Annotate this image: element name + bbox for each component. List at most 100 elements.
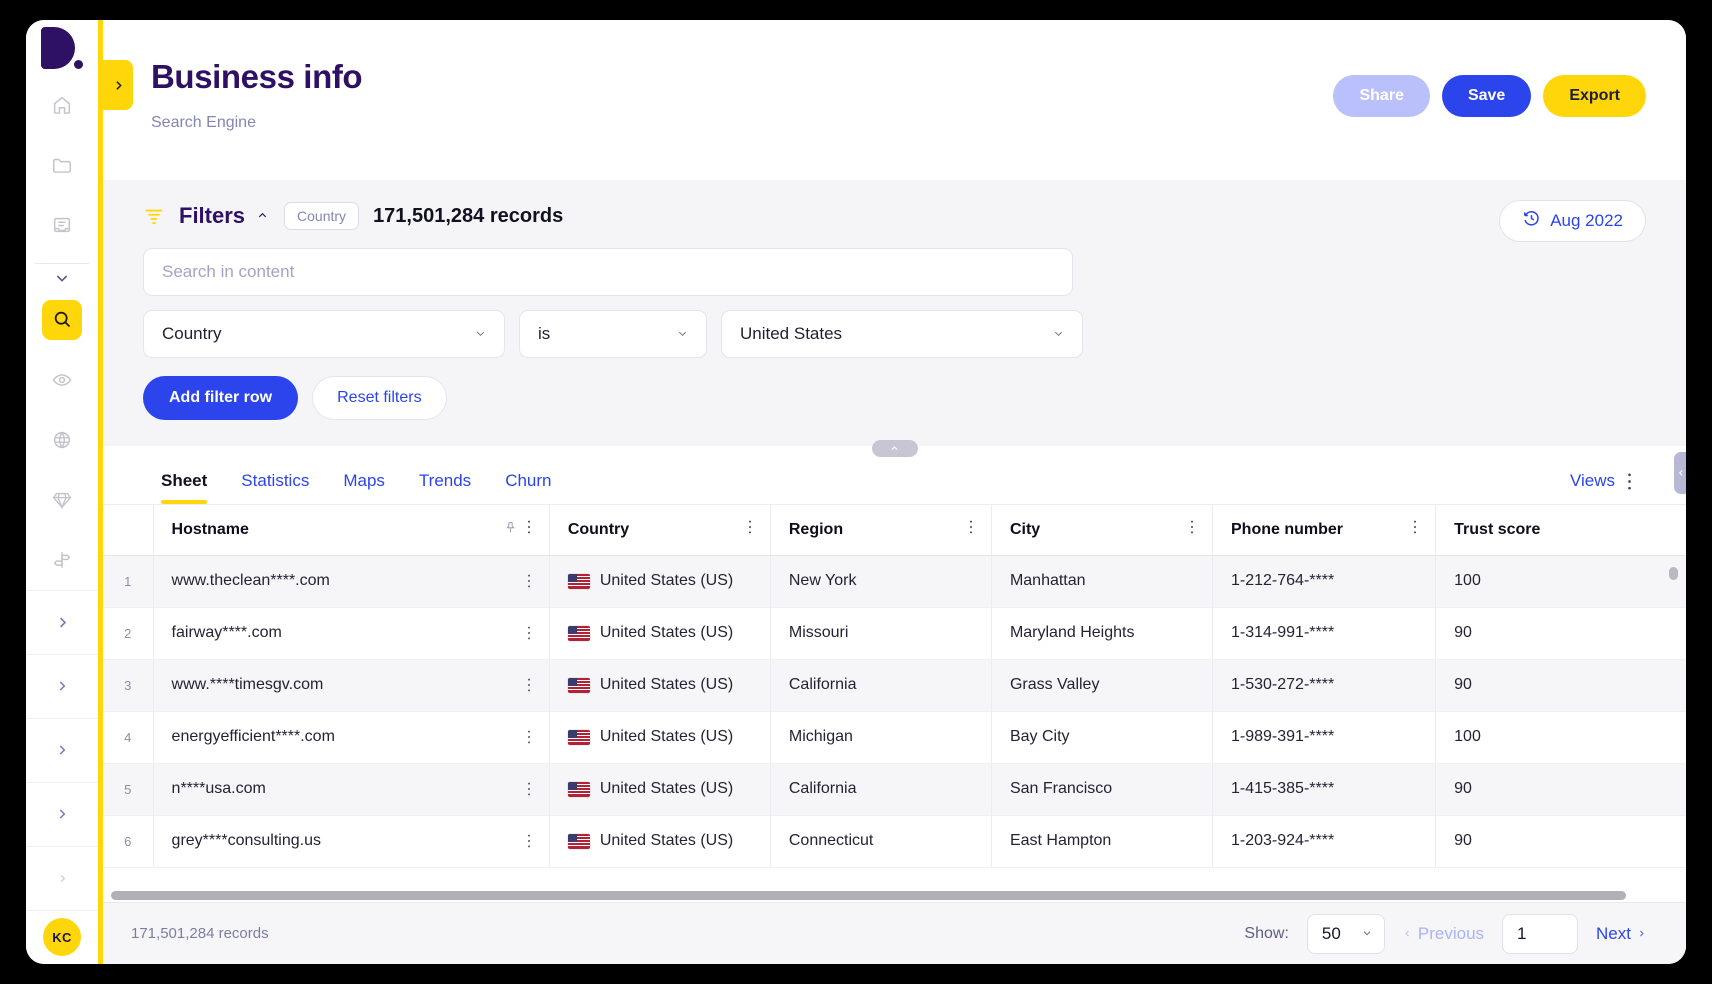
- column-menu-icon[interactable]: [527, 519, 531, 540]
- globe-icon[interactable]: [42, 420, 82, 460]
- rail-panel-1[interactable]: [26, 589, 98, 654]
- table-row[interactable]: 1 www.theclean****.com United States (US…: [103, 555, 1686, 608]
- search-input[interactable]: [162, 262, 1054, 282]
- cell-hostname-value: n****usa.com: [171, 780, 266, 797]
- content-search-box[interactable]: [143, 248, 1073, 296]
- search-icon[interactable]: [42, 299, 82, 340]
- tab-trends[interactable]: Trends: [419, 471, 471, 504]
- table-row[interactable]: 6 grey****consulting.us United States (U…: [103, 815, 1686, 868]
- column-menu-icon[interactable]: [1413, 519, 1417, 540]
- column-index: [103, 505, 154, 556]
- rail-panel-2[interactable]: [26, 653, 98, 718]
- table-row[interactable]: 2 fairway****.com United States (US) Mis…: [103, 607, 1686, 660]
- views-menu-icon[interactable]: [1627, 472, 1632, 491]
- us-flag-icon: [567, 781, 590, 797]
- add-filter-row-button[interactable]: Add filter row: [143, 376, 299, 420]
- chevron-down-icon[interactable]: [26, 266, 98, 290]
- collapse-right-panel-handle[interactable]: [1674, 452, 1686, 494]
- filter-chip-country[interactable]: Country: [284, 202, 360, 230]
- row-menu-icon[interactable]: [527, 729, 531, 745]
- breadcrumb-expand-button[interactable]: [103, 60, 133, 110]
- tab-churn[interactable]: Churn: [505, 471, 551, 504]
- us-flag-icon: [567, 573, 590, 589]
- column-hostname[interactable]: Hostname: [153, 505, 550, 556]
- row-menu-icon[interactable]: [527, 833, 531, 849]
- rail-panel-3[interactable]: [26, 717, 98, 782]
- tab-maps[interactable]: Maps: [343, 471, 385, 504]
- next-page-button[interactable]: Next: [1596, 924, 1646, 944]
- cell-phone: 1-314-991-****: [1212, 607, 1437, 660]
- cell-country: United States (US): [549, 763, 771, 816]
- page-header: Business info Search Engine Share Save E…: [103, 20, 1686, 180]
- column-country[interactable]: Country: [549, 505, 771, 556]
- vertical-scrollbar[interactable]: [1669, 567, 1678, 580]
- pin-icon[interactable]: [504, 520, 517, 540]
- avatar[interactable]: KC: [43, 918, 81, 957]
- column-menu-icon[interactable]: [969, 519, 973, 540]
- date-range-button[interactable]: Aug 2022: [1499, 200, 1646, 242]
- rail-divider: [35, 263, 89, 264]
- column-hostname-label: Hostname: [171, 520, 249, 538]
- table-row[interactable]: 5 n****usa.com United States (US) Califo…: [103, 763, 1686, 816]
- page-subtitle: Search Engine: [151, 114, 256, 131]
- row-index: 5: [103, 763, 154, 816]
- cell-hostname-value: www.theclean****.com: [171, 572, 330, 589]
- filter-field-select[interactable]: Country: [143, 310, 505, 358]
- filter-actions: Add filter row Reset filters: [143, 376, 1646, 420]
- diamond-icon[interactable]: [42, 480, 82, 520]
- share-button[interactable]: Share: [1333, 75, 1430, 117]
- row-menu-icon[interactable]: [527, 625, 531, 641]
- chevron-up-icon[interactable]: [255, 208, 270, 224]
- table-row[interactable]: 3 www.****timesgv.com United States (US): [103, 659, 1686, 712]
- column-region[interactable]: Region: [770, 505, 992, 556]
- eye-icon[interactable]: [42, 360, 82, 400]
- folder-icon[interactable]: [42, 145, 82, 185]
- us-flag-icon: [567, 677, 590, 693]
- cell-hostname: fairway****.com: [153, 607, 550, 660]
- previous-page-button[interactable]: Previous: [1403, 924, 1484, 944]
- home-icon[interactable]: [42, 85, 82, 125]
- cell-country: United States (US): [549, 815, 771, 868]
- table-row[interactable]: 4 energyefficient****.com United States …: [103, 711, 1686, 764]
- filter-field-value: Country: [162, 324, 222, 343]
- footer-record-count: 171,501,284 records: [131, 925, 269, 942]
- rail-panel-4[interactable]: [26, 781, 98, 846]
- views-button[interactable]: Views: [1570, 471, 1615, 491]
- next-page-label: Next: [1596, 923, 1631, 943]
- save-button[interactable]: Save: [1441, 75, 1532, 117]
- export-button[interactable]: Export: [1543, 75, 1646, 117]
- cell-trust: 100: [1435, 711, 1686, 764]
- filter-value-select[interactable]: United States: [721, 310, 1083, 358]
- cell-country: United States (US): [549, 659, 771, 712]
- column-trust-score[interactable]: Trust score: [1435, 505, 1686, 556]
- row-menu-icon[interactable]: [527, 781, 531, 797]
- signpost-icon[interactable]: [42, 540, 82, 580]
- reset-filters-button[interactable]: Reset filters: [312, 376, 447, 420]
- app-logo[interactable]: [26, 20, 98, 75]
- cell-city: San Francisco: [991, 763, 1214, 816]
- archive-icon[interactable]: [42, 205, 82, 245]
- column-menu-icon[interactable]: [1190, 519, 1194, 540]
- rail-panel-5[interactable]: [26, 845, 98, 910]
- page-size-value: 50: [1321, 923, 1341, 943]
- page-size-select[interactable]: 50: [1306, 913, 1385, 954]
- collapse-filters-handle[interactable]: [871, 440, 918, 457]
- tab-sheet[interactable]: Sheet: [161, 471, 208, 504]
- cell-country-value: United States (US): [599, 572, 734, 589]
- cell-region: California: [770, 659, 992, 712]
- table-header-row: Hostname Country Region City Phone numbe…: [103, 505, 1686, 556]
- row-menu-icon[interactable]: [527, 677, 531, 693]
- us-flag-icon: [567, 625, 590, 641]
- cell-country: United States (US): [549, 711, 771, 764]
- column-menu-icon[interactable]: [748, 519, 752, 540]
- filter-operator-select[interactable]: is: [519, 310, 707, 358]
- column-city-label: City: [1009, 520, 1041, 538]
- horizontal-scrollbar[interactable]: [111, 891, 1626, 900]
- row-index: 2: [103, 607, 154, 660]
- page-number-input[interactable]: 1: [1502, 913, 1579, 954]
- column-city[interactable]: City: [991, 505, 1214, 556]
- tab-statistics[interactable]: Statistics: [241, 471, 309, 504]
- records-count: 171,501,284 records: [373, 204, 564, 227]
- column-phone-number[interactable]: Phone number: [1212, 505, 1437, 556]
- row-menu-icon[interactable]: [527, 573, 531, 589]
